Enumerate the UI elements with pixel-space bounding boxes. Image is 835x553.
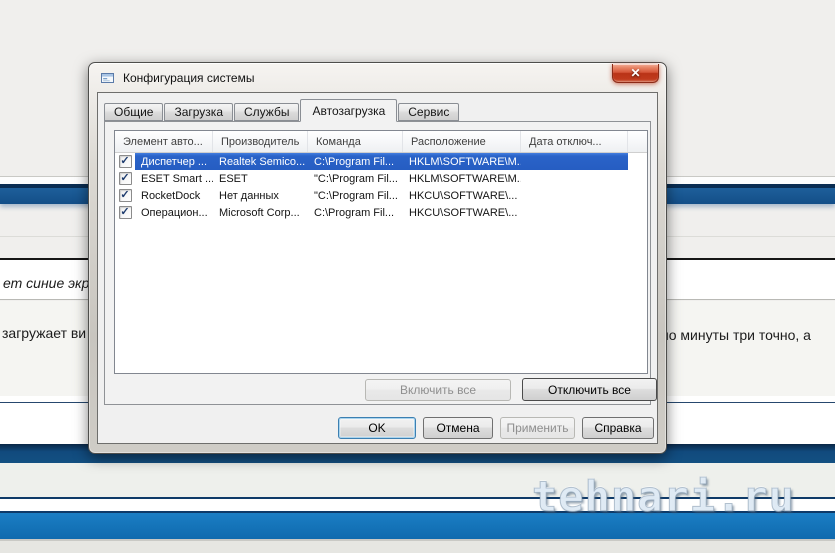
cell-item: Диспетчер ...: [135, 153, 213, 170]
check-icon: ✓: [120, 189, 130, 201]
ok-button[interactable]: OK: [338, 417, 416, 439]
tab-label: Сервис: [408, 105, 450, 119]
dialog-button-row: OK Отмена Применить Справка: [98, 417, 654, 439]
column-header-location[interactable]: Расположение: [403, 131, 521, 152]
post-text-right: но минуты три точно, а: [661, 327, 811, 343]
startup-row[interactable]: ✓ ESET Smart ... ESET "C:\Program Fil...…: [115, 170, 647, 187]
column-header-manufacturer[interactable]: Производитель: [213, 131, 308, 152]
startup-tab-panel: Элемент авто... Производитель Команда Ра…: [104, 121, 657, 405]
tab-services[interactable]: Службы: [234, 103, 300, 121]
cell-command: C:\Program Fil...: [308, 153, 403, 170]
system-config-dialog: Конфигурация системы ✕ Общие Загрузка Сл…: [88, 62, 667, 454]
startup-list: Элемент авто... Производитель Команда Ра…: [114, 130, 648, 374]
tab-general[interactable]: Общие: [104, 103, 164, 121]
cell-date: [521, 153, 628, 170]
cell-item: RocketDock: [141, 189, 201, 202]
cell-location: HKCU\SOFTWARE\...: [409, 206, 518, 219]
cell-date: [521, 187, 628, 204]
tab-boot[interactable]: Загрузка: [164, 103, 233, 121]
tab-strip: Общие Загрузка Службы Автозагрузка Серви…: [104, 99, 460, 122]
tab-tools[interactable]: Сервис: [398, 103, 460, 121]
apply-button: Применить: [500, 417, 575, 439]
list-header: Элемент авто... Производитель Команда Ра…: [115, 131, 647, 153]
cell-command: "C:\Program Fil...: [314, 172, 398, 185]
cell-item: ESET Smart ...: [141, 172, 213, 185]
checkbox-cell: ✓: [115, 153, 135, 170]
cell-date: [521, 170, 628, 187]
enable-all-button: Включить все: [365, 379, 511, 401]
check-icon: ✓: [120, 155, 130, 167]
disable-all-button[interactable]: Отключить все: [522, 378, 657, 401]
cell-command: C:\Program Fil...: [314, 206, 395, 219]
cancel-button[interactable]: Отмена: [423, 417, 493, 439]
close-icon: ✕: [630, 66, 641, 80]
tab-label: Службы: [244, 105, 290, 119]
cell-manufacturer: Realtek Semico...: [213, 153, 308, 170]
cell-location: HKLM\SOFTWARE\M...: [403, 153, 521, 170]
cell-manufacturer: Нет данных: [219, 189, 279, 202]
startup-checkbox[interactable]: ✓: [118, 206, 132, 219]
checkbox-cell: ✓: [115, 170, 135, 187]
startup-row[interactable]: ✓ RocketDock Нет данных "C:\Program Fil.…: [115, 187, 647, 204]
footer-bottom-strip: [0, 541, 835, 553]
checkbox-cell: ✓: [115, 204, 135, 221]
tab-label: Загрузка: [174, 105, 223, 119]
cell-location: HKLM\SOFTWARE\M...: [409, 172, 521, 185]
msconfig-icon: [100, 71, 116, 85]
dialog-title-bar[interactable]: Конфигурация системы: [89, 63, 666, 92]
post-text-left: загружает ви: [2, 325, 87, 341]
startup-row[interactable]: ✓ Диспетчер ... Realtek Semico... C:\Pro…: [115, 153, 647, 170]
startup-checkbox[interactable]: ✓: [118, 189, 132, 202]
column-header-filler: [628, 131, 647, 152]
close-button[interactable]: ✕: [612, 64, 659, 83]
check-icon: ✓: [120, 172, 130, 184]
column-header-command[interactable]: Команда: [308, 131, 403, 152]
cell-item: Операцион...: [141, 206, 208, 219]
cell-manufacturer: ESET: [219, 172, 248, 185]
column-header-date[interactable]: Дата отключ...: [521, 131, 628, 152]
check-icon: ✓: [120, 206, 130, 218]
quote-text-fragment: ет синие экр: [3, 275, 90, 291]
dialog-client-area: Общие Загрузка Службы Автозагрузка Серви…: [97, 92, 658, 444]
tab-startup[interactable]: Автозагрузка: [300, 99, 398, 122]
cell-manufacturer: Microsoft Corp...: [219, 206, 300, 219]
column-header-item[interactable]: Элемент авто...: [115, 131, 213, 152]
startup-row[interactable]: ✓ Операцион... Microsoft Corp... C:\Prog…: [115, 204, 647, 221]
startup-checkbox[interactable]: ✓: [118, 155, 132, 168]
cell-command: "C:\Program Fil...: [314, 189, 398, 202]
tab-label: Автозагрузка: [312, 103, 386, 118]
cell-date: [521, 204, 628, 221]
tab-label: Общие: [114, 105, 154, 119]
cell-location: HKCU\SOFTWARE\...: [409, 189, 518, 202]
help-button[interactable]: Справка: [582, 417, 654, 439]
tehnari-watermark: tehnari.ru: [532, 472, 795, 522]
dialog-title: Конфигурация системы: [123, 70, 255, 85]
startup-checkbox[interactable]: ✓: [118, 172, 132, 185]
checkbox-cell: ✓: [115, 187, 135, 204]
